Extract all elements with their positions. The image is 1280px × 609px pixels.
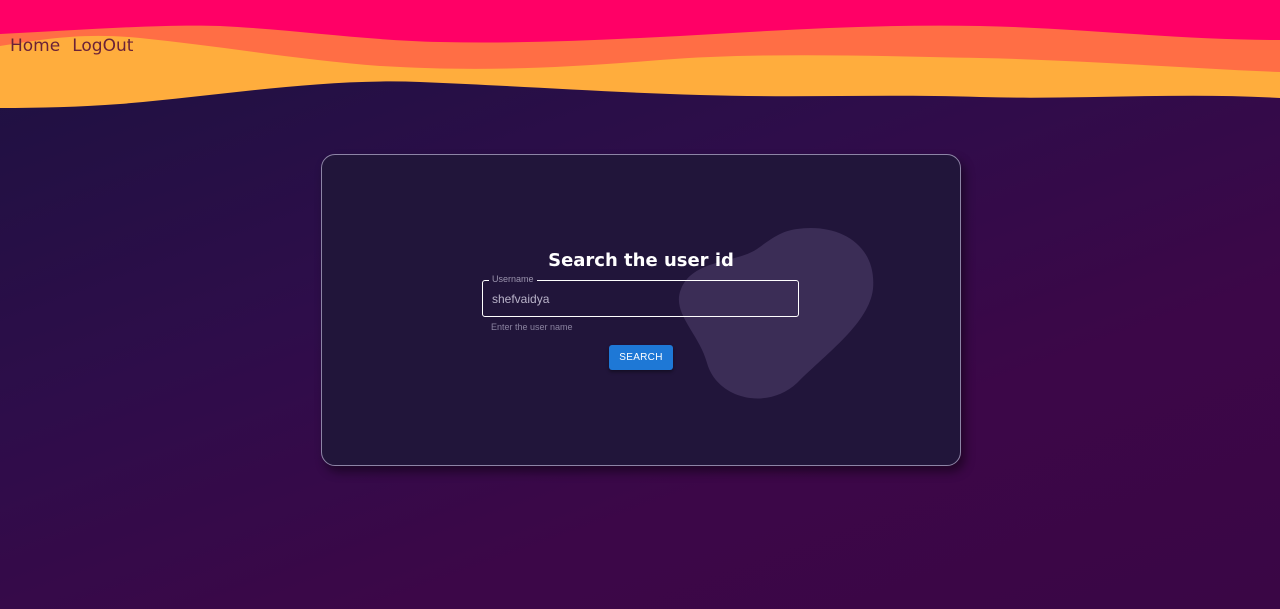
search-card: Search the user id Username Enter the us…	[321, 154, 961, 466]
username-helper-text: Enter the user name	[491, 322, 573, 332]
page-title: Search the user id	[548, 250, 734, 271]
logout-link[interactable]: LogOut	[72, 36, 133, 56]
search-button[interactable]: SEARCH	[609, 345, 673, 370]
username-input[interactable]	[483, 281, 798, 316]
home-link[interactable]: Home	[10, 36, 60, 56]
username-field[interactable]: Username	[482, 274, 799, 317]
page: Home LogOut Search the user id Username …	[0, 0, 1280, 609]
header-waves	[0, 0, 1280, 108]
top-nav: Home LogOut	[10, 36, 133, 56]
